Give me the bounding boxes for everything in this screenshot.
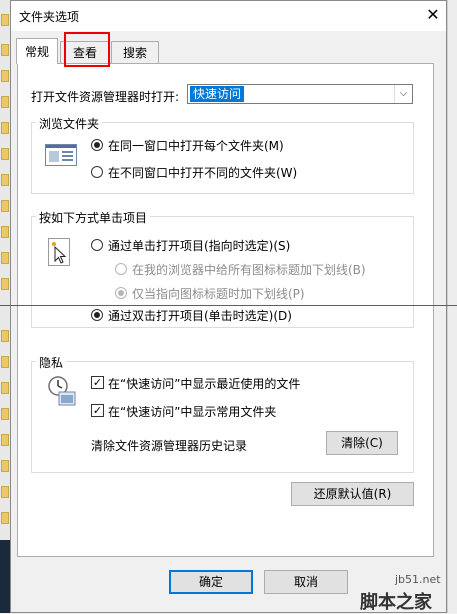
folder-options-dialog: 文件夹选项 ✕ 常规 查看 搜索 打开文件资源管理器时打开: 快速访问 ⌵ 浏览… [10, 0, 447, 613]
browse-same-window-radio[interactable] [91, 139, 103, 151]
underline-hover-radio [115, 287, 127, 299]
folder-icon [1, 122, 9, 134]
window-title: 文件夹选项 [19, 10, 80, 24]
folder-icon [1, 278, 9, 290]
underline-always-radio [115, 263, 127, 275]
single-click-label[interactable]: 通过单击打开项目(指向时选定)(S) [108, 237, 290, 254]
folder-icon [1, 44, 9, 56]
clear-history-label: 清除文件资源管理器历史记录 [91, 439, 248, 453]
double-click-label[interactable]: 通过双击打开项目(单击时选定)(D) [108, 307, 292, 324]
desktop-corner [0, 540, 10, 613]
chevron-down-icon: ⌵ [394, 85, 412, 103]
browse-new-window-radio[interactable] [91, 166, 103, 178]
close-icon: ✕ [426, 5, 440, 24]
title-bar: 文件夹选项 ✕ [11, 1, 446, 31]
folder-icon [1, 460, 9, 472]
folder-icon [1, 382, 9, 394]
underline-hover-label: 仅当指向图标标题时加下划线(P) [132, 287, 305, 301]
browse-folders-title: 浏览文件夹 [36, 115, 103, 132]
folder-icon [1, 408, 9, 420]
check-icon: ✓ [92, 376, 103, 389]
folder-icon [1, 486, 9, 498]
double-click-radio[interactable] [91, 309, 103, 321]
tab-view[interactable]: 查看 [60, 41, 110, 63]
folder-icon [1, 434, 9, 446]
open-explorer-dropdown[interactable]: 快速访问 ⌵ [187, 84, 413, 104]
underline-always-label: 在我的浏览器中给所有图标标题加下划线(B) [132, 263, 366, 277]
annotation-line [0, 305, 457, 306]
background-window-strip [447, 0, 457, 613]
click-pointer-icon [48, 238, 70, 266]
ok-button[interactable]: 确定 [169, 570, 253, 594]
folder-icon [1, 200, 9, 212]
folder-icon [1, 330, 9, 342]
open-explorer-label: 打开文件资源管理器时打开: [31, 90, 180, 104]
browse-same-window-label[interactable]: 在同一窗口中打开每个文件夹(M) [108, 137, 284, 154]
browse-window-icon [45, 144, 77, 166]
folder-icon [1, 14, 9, 26]
show-frequent-label[interactable]: 在“快速访问”中显示常用文件夹 [108, 403, 276, 420]
tab-search[interactable]: 搜索 [111, 41, 159, 63]
clear-history-button[interactable]: 清除(C) [326, 431, 398, 455]
single-click-radio[interactable] [91, 239, 103, 251]
privacy-icon [47, 375, 77, 407]
folder-icon [1, 512, 9, 524]
close-button[interactable]: ✕ [423, 5, 443, 25]
folder-icon [1, 252, 9, 264]
browse-folders-group [31, 122, 414, 194]
folder-icon [1, 356, 9, 368]
folder-icon [1, 70, 9, 82]
watermark-name: 脚本之家 [360, 592, 432, 613]
show-recent-checkbox[interactable]: ✓ [91, 376, 104, 389]
folder-icon [1, 226, 9, 238]
click-items-title: 按如下方式单击项目 [36, 209, 151, 226]
restore-defaults-button[interactable]: 还原默认值(R) [291, 482, 414, 506]
folder-icon [1, 148, 9, 160]
tab-general[interactable]: 常规 [16, 38, 58, 64]
privacy-title: 隐私 [36, 354, 67, 371]
browse-new-window-label[interactable]: 在不同窗口中打开不同的文件夹(W) [108, 164, 297, 181]
show-recent-label[interactable]: 在“快速访问”中显示最近使用的文件 [108, 375, 300, 392]
watermark-site: jb51.net [395, 573, 441, 586]
cancel-button[interactable]: 取消 [264, 570, 348, 594]
folder-icon [1, 96, 9, 108]
check-icon: ✓ [92, 404, 103, 417]
folder-icon [1, 174, 9, 186]
show-frequent-checkbox[interactable]: ✓ [91, 404, 104, 417]
dropdown-value: 快速访问 [190, 86, 245, 102]
